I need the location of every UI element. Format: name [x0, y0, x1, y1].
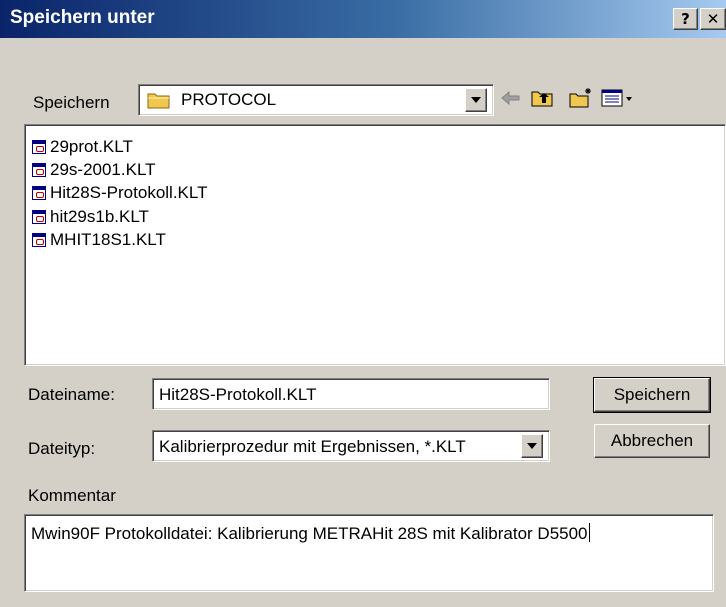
close-button[interactable]: ✕ — [700, 8, 726, 30]
list-item[interactable]: 29s-2001.KLT — [32, 159, 156, 181]
save-in-folder-name: PROTOCOL — [181, 90, 277, 109]
new-folder-icon[interactable] — [568, 86, 594, 110]
chevron-down-icon — [527, 443, 537, 449]
save-in-combobox[interactable]: PROTOCOL — [138, 84, 494, 116]
klt-file-icon — [32, 233, 46, 247]
filetype-select[interactable]: Kalibrierprozedur mit Ergebnissen, *.KLT — [152, 430, 550, 462]
title-bar[interactable]: Speichern unter ? ✕ — [0, 0, 726, 38]
window-title: Speichern unter — [10, 7, 155, 28]
save-in-dropdown-button[interactable] — [465, 88, 487, 112]
save-button[interactable]: Speichern — [593, 377, 711, 413]
view-menu-icon[interactable] — [600, 86, 636, 110]
file-name: hit29s1b.KLT — [50, 207, 149, 226]
chevron-down-icon — [471, 97, 481, 103]
list-item[interactable]: 29prot.KLT — [32, 136, 133, 158]
filename-input[interactable]: Hit28S-Protokoll.KLT — [152, 378, 550, 410]
back-arrow-icon[interactable] — [498, 86, 524, 110]
file-name: 29s-2001.KLT — [50, 160, 156, 179]
save-as-dialog: Speichern unter ? ✕ Speichern PROTOCOL 2… — [0, 0, 726, 607]
klt-file-icon — [32, 163, 46, 177]
filetype-dropdown-button[interactable] — [521, 434, 543, 458]
file-name: MHIT18S1.KLT — [50, 230, 166, 249]
comment-label: Kommentar — [28, 486, 116, 505]
list-item[interactable]: MHIT18S1.KLT — [32, 229, 166, 251]
comment-value: Mwin90F Protokolldatei: Kalibrierung MET… — [31, 523, 590, 544]
comment-textarea[interactable]: Mwin90F Protokolldatei: Kalibrierung MET… — [24, 514, 714, 592]
klt-file-icon — [32, 186, 46, 200]
filename-value: Hit28S-Protokoll.KLT — [159, 385, 317, 404]
file-name: 29prot.KLT — [50, 137, 133, 156]
list-item[interactable]: Hit28S-Protokoll.KLT — [32, 182, 207, 204]
filetype-value: Kalibrierprozedur mit Ergebnissen, *.KLT — [159, 437, 466, 456]
filetype-label: Dateityp: — [28, 439, 96, 458]
list-item[interactable]: hit29s1b.KLT — [32, 206, 149, 228]
file-name: Hit28S-Protokoll.KLT — [50, 183, 208, 202]
cancel-button[interactable]: Abbrechen — [594, 424, 710, 458]
comment-text: Mwin90F Protokolldatei: Kalibrierung MET… — [31, 524, 588, 543]
folder-icon — [147, 90, 171, 110]
help-button[interactable]: ? — [673, 8, 698, 30]
filename-label: Dateiname: — [28, 385, 115, 404]
save-in-label: Speichern — [33, 93, 110, 112]
klt-file-icon — [32, 210, 46, 224]
klt-file-icon — [32, 140, 46, 154]
text-cursor — [588, 523, 590, 542]
up-folder-icon[interactable] — [530, 86, 556, 110]
